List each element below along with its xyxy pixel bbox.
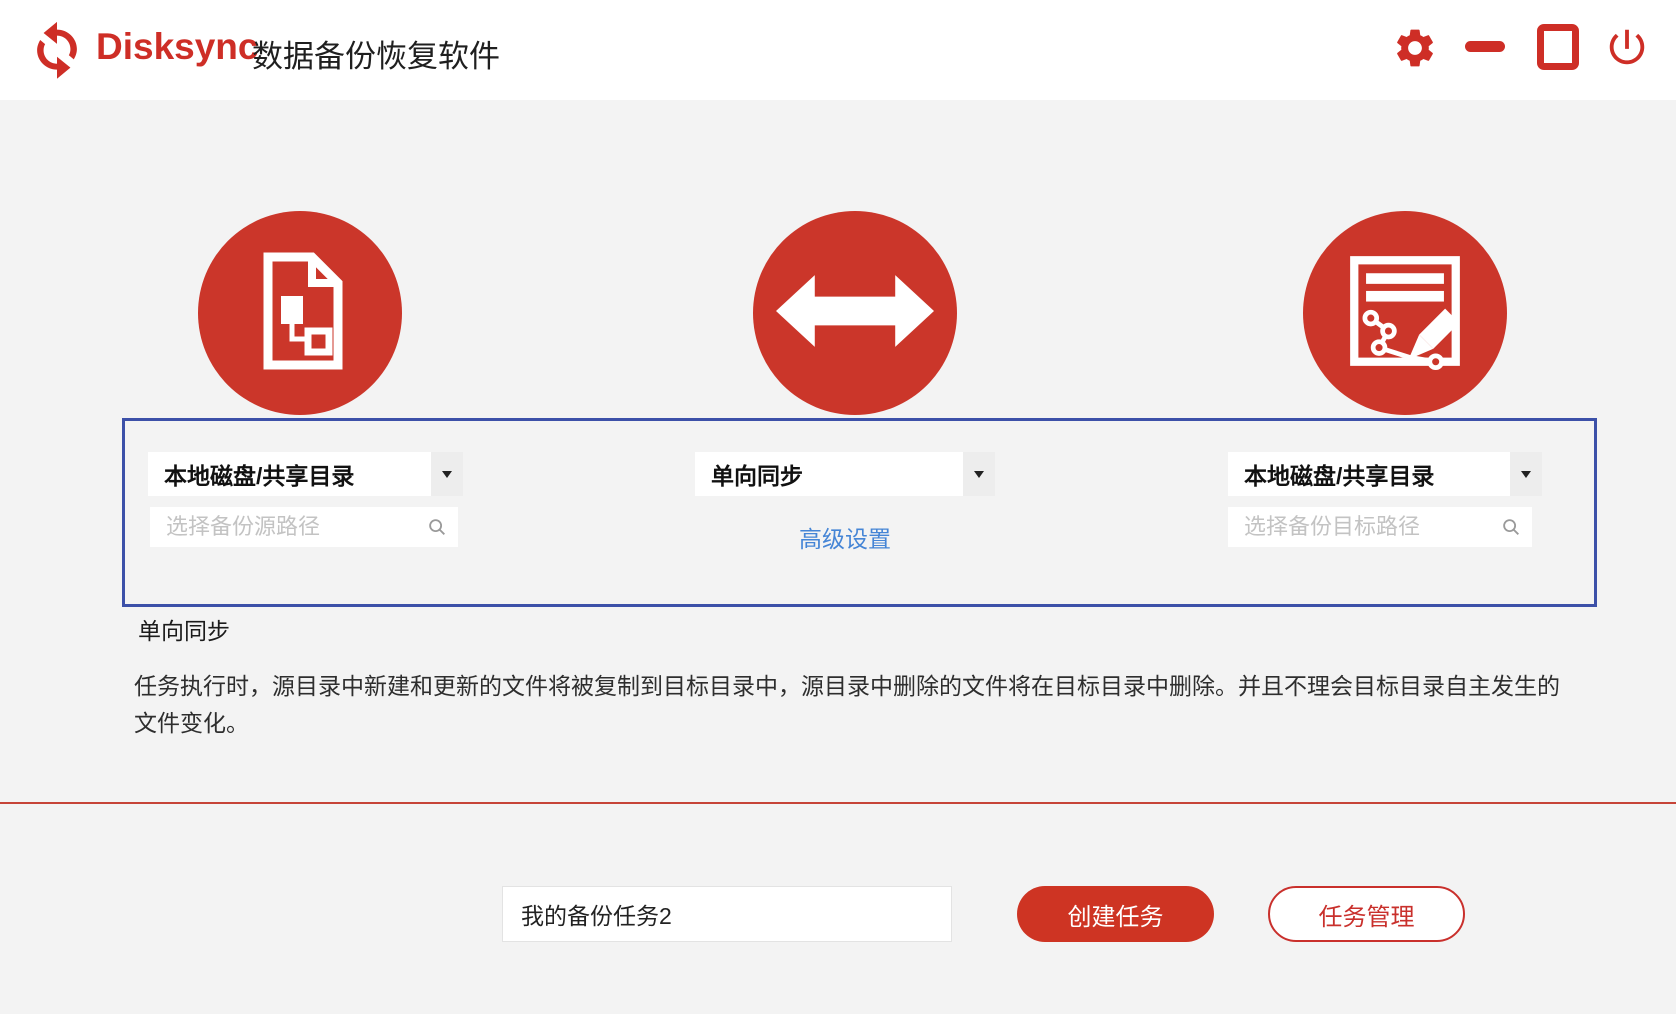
sync-mode-name-label: 单向同步	[138, 618, 230, 644]
app-window: Disksync 数据备份恢复软件 本地磁盘/共享目录 选择备份源路径 单向同步…	[0, 0, 1676, 1014]
source-document-flowchart-icon	[250, 249, 350, 378]
source-type-selected: 本地磁盘/共享目录	[164, 463, 355, 489]
target-type-selected: 本地磁盘/共享目录	[1244, 463, 1435, 489]
settings-gear-icon[interactable]	[1392, 25, 1438, 71]
sync-mode-selected: 单向同步	[711, 463, 803, 489]
target-step-circle	[1303, 211, 1507, 415]
target-document-edit-icon	[1346, 252, 1464, 375]
advanced-settings-link[interactable]: 高级设置	[695, 520, 995, 554]
minimize-icon[interactable]	[1465, 41, 1505, 52]
target-path-field	[1228, 507, 1532, 547]
maximize-icon[interactable]	[1537, 24, 1579, 70]
power-icon[interactable]	[1604, 24, 1650, 70]
sync-mode-description: 任务执行时，源目录中新建和更新的文件将被复制到目标目录中，源目录中删除的文件将在…	[134, 673, 1560, 736]
sync-mode-dropdown[interactable]: 单向同步	[695, 452, 995, 496]
source-type-dropdown[interactable]: 本地磁盘/共享目录	[148, 452, 463, 496]
chevron-down-icon[interactable]	[963, 452, 995, 496]
search-icon[interactable]	[1500, 516, 1522, 538]
source-path-field	[150, 507, 458, 547]
brand-name: Disksync	[96, 26, 259, 67]
search-icon[interactable]	[426, 516, 448, 538]
chevron-down-icon[interactable]	[431, 452, 463, 496]
task-manage-button[interactable]: 任务管理	[1268, 886, 1465, 942]
header-bar: Disksync 数据备份恢复软件	[0, 0, 1676, 100]
chevron-down-icon[interactable]	[1510, 452, 1542, 496]
source-step-circle	[198, 211, 402, 415]
task-name-input[interactable]	[502, 886, 952, 942]
disksync-logo-sync-icon	[26, 18, 88, 80]
target-path-input[interactable]	[1228, 507, 1532, 547]
target-type-dropdown[interactable]: 本地磁盘/共享目录	[1228, 452, 1542, 496]
app-title: 数据备份恢复软件	[252, 39, 500, 74]
two-way-arrow-icon	[776, 265, 934, 362]
source-path-input[interactable]	[150, 507, 458, 547]
create-task-button[interactable]: 创建任务	[1017, 886, 1214, 942]
section-divider	[0, 802, 1676, 804]
sync-mode-circle	[753, 211, 957, 415]
